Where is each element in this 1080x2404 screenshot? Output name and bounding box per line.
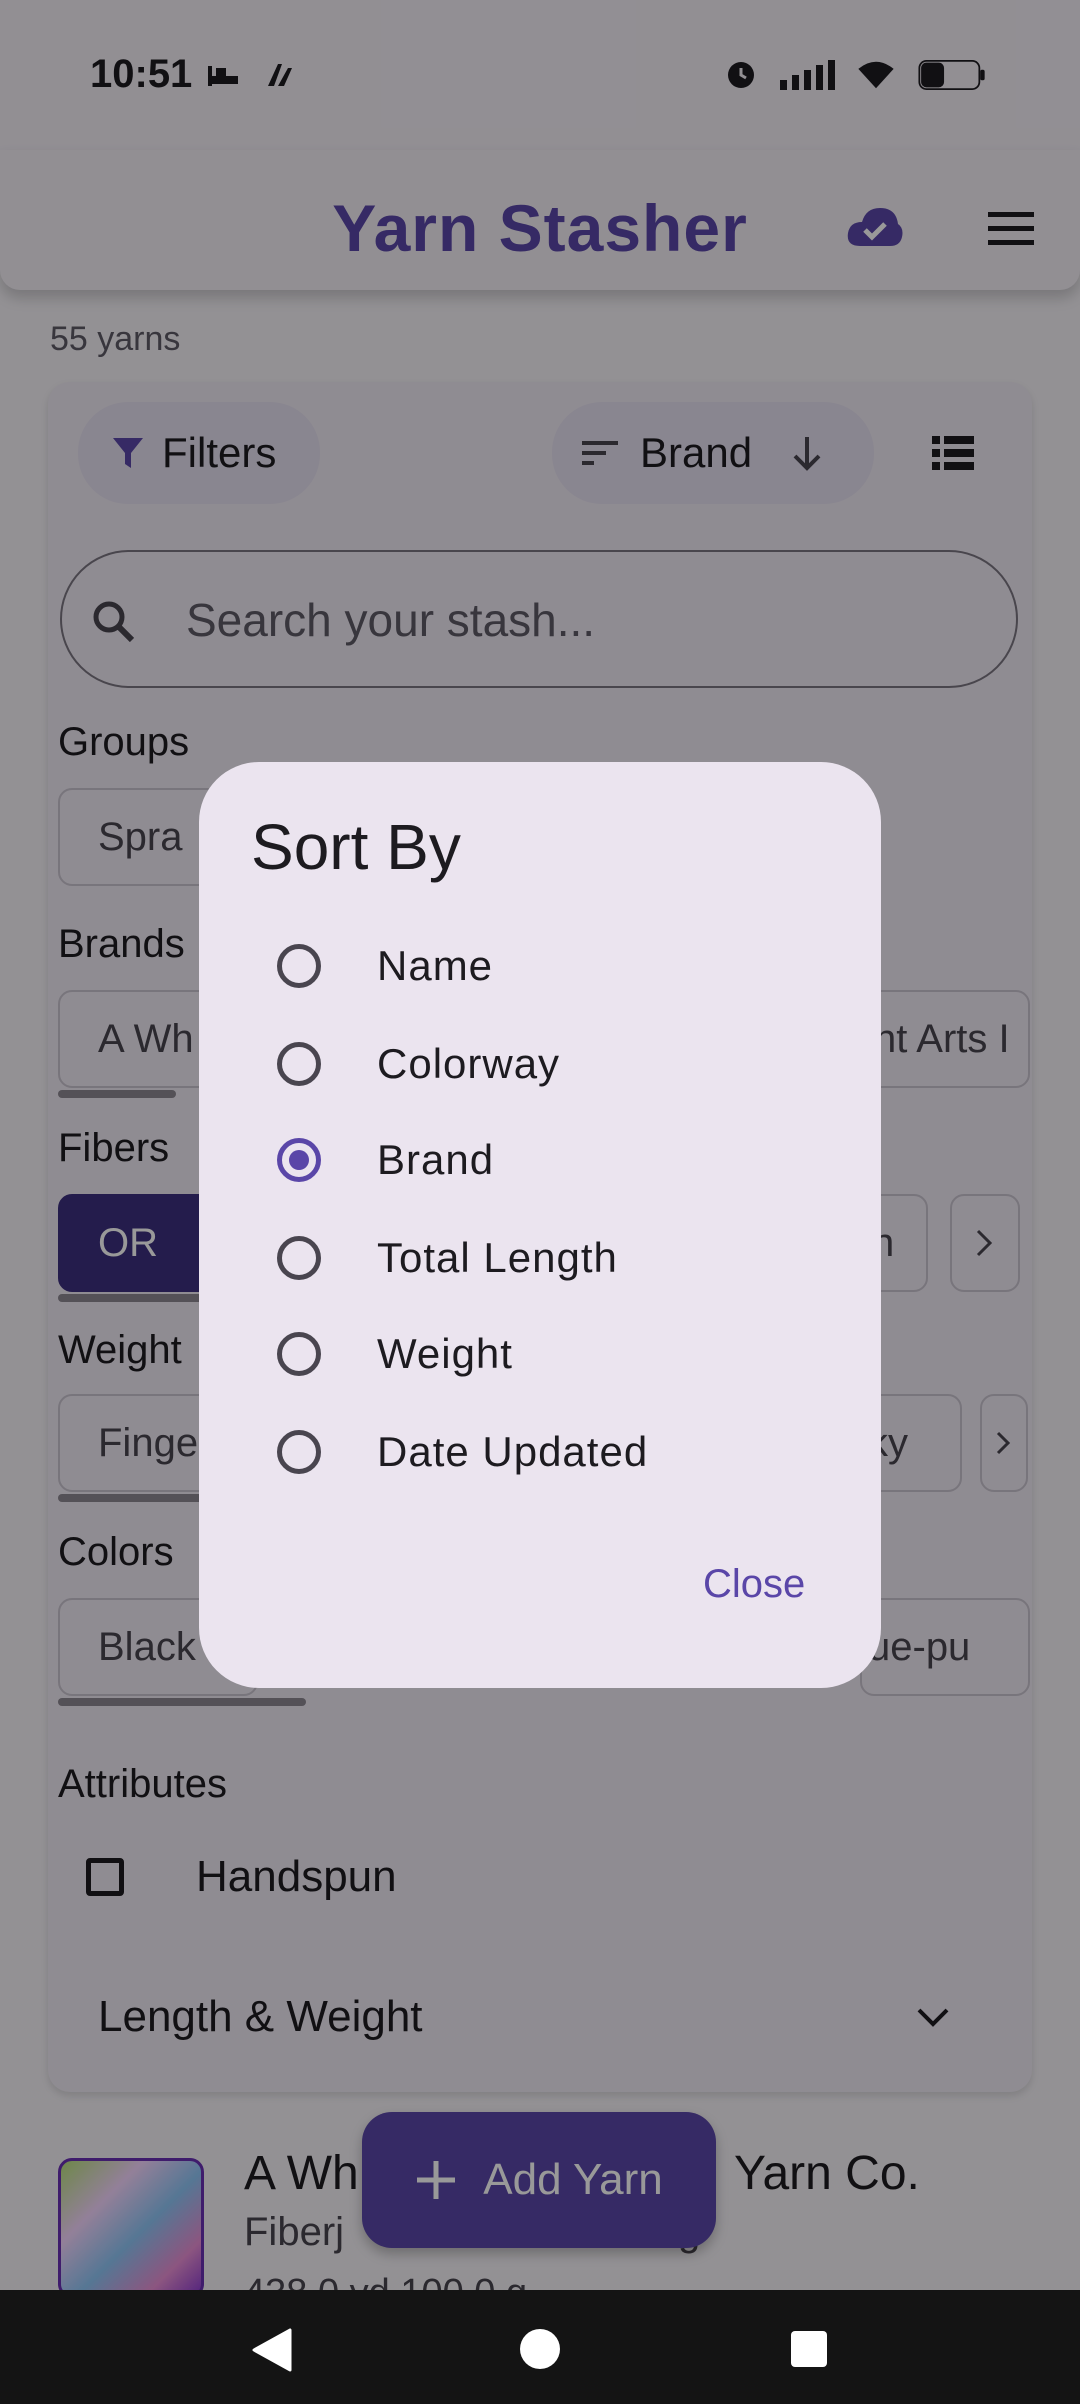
radio-weight[interactable] — [277, 1332, 321, 1376]
radio-total-length[interactable] — [277, 1236, 321, 1280]
sort-option-name[interactable]: Name — [199, 918, 881, 1014]
radio-date-updated[interactable] — [277, 1430, 321, 1474]
sort-option-colorway[interactable]: Colorway — [199, 1016, 881, 1112]
back-icon[interactable] — [250, 2328, 292, 2372]
option-label-name: Name — [377, 942, 494, 989]
radio-colorway[interactable] — [277, 1042, 321, 1086]
option-label-total-length: Total Length — [377, 1234, 618, 1281]
home-icon[interactable] — [519, 2328, 561, 2370]
option-label-weight: Weight — [377, 1330, 513, 1377]
close-button[interactable]: Close — [703, 1562, 805, 1607]
option-label-brand: Brand — [377, 1136, 495, 1183]
sort-option-total-length[interactable]: Total Length — [199, 1210, 881, 1306]
option-label-colorway: Colorway — [377, 1040, 561, 1087]
radio-brand-selected[interactable] — [277, 1138, 321, 1182]
radio-name[interactable] — [277, 944, 321, 988]
sort-option-brand[interactable]: Brand — [199, 1112, 881, 1208]
recents-icon[interactable] — [790, 2330, 828, 2368]
system-nav-bar — [0, 2290, 1080, 2404]
sort-dialog: Sort By Name Colorway Brand Total Length… — [199, 762, 881, 1688]
sort-option-date-updated[interactable]: Date Updated — [199, 1404, 881, 1500]
option-label-date-updated: Date Updated — [377, 1428, 649, 1475]
sort-option-weight[interactable]: Weight — [199, 1306, 881, 1402]
dialog-title: Sort By — [251, 811, 461, 883]
